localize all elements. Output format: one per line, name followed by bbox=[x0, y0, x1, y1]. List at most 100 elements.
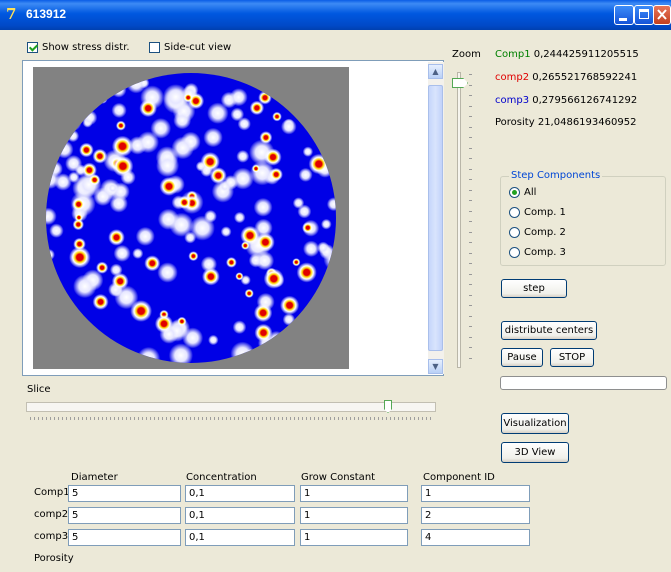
stress-particle bbox=[188, 251, 199, 262]
stress-halo bbox=[302, 146, 314, 157]
stress-particle bbox=[92, 293, 109, 310]
comp2-component-id-field[interactable]: 2 bbox=[421, 507, 530, 524]
radio-comp3-label: Comp. 3 bbox=[524, 247, 566, 258]
stress-halo bbox=[292, 197, 305, 209]
step-button[interactable]: step bbox=[501, 279, 567, 298]
stress-halo bbox=[230, 341, 255, 363]
zoom-thumb[interactable] bbox=[452, 78, 468, 88]
row-label-comp1: Comp1 bbox=[34, 487, 70, 498]
radio-comp2-label: Comp. 2 bbox=[524, 227, 566, 238]
stress-halo bbox=[64, 336, 78, 351]
slice-slider[interactable] bbox=[26, 402, 436, 412]
scroll-thumb[interactable] bbox=[428, 85, 443, 351]
comp2-concentration-field[interactable]: 0,1 bbox=[185, 507, 295, 524]
radio-comp3[interactable]: Comp. 3 bbox=[509, 247, 566, 258]
stress-particle bbox=[97, 93, 108, 104]
stress-particle bbox=[318, 323, 330, 335]
comp1-component-id-field[interactable]: 1 bbox=[421, 485, 530, 502]
comp2-grow-constant-field[interactable]: 1 bbox=[300, 507, 408, 524]
stress-halo bbox=[329, 259, 336, 273]
radio-dot[interactable] bbox=[509, 227, 520, 238]
radio-all[interactable]: All bbox=[509, 187, 536, 198]
comp1-grow-constant-field[interactable]: 1 bbox=[300, 485, 408, 502]
stress-halo bbox=[232, 167, 254, 190]
stress-particle bbox=[139, 99, 157, 118]
zoom-tick bbox=[469, 357, 472, 359]
radio-dot[interactable] bbox=[509, 187, 520, 198]
stress-halo bbox=[325, 310, 336, 332]
maximize-button[interactable] bbox=[634, 5, 654, 25]
stress-particle bbox=[115, 120, 126, 131]
stress-halo bbox=[189, 215, 215, 241]
scroll-up-button[interactable]: ▲ bbox=[428, 64, 443, 79]
stress-particle bbox=[253, 303, 273, 323]
side-cut-label: Side-cut view bbox=[164, 42, 232, 53]
stress-particle bbox=[296, 262, 317, 283]
stress-particle bbox=[324, 148, 333, 158]
comp3-grow-constant-field[interactable]: 1 bbox=[300, 529, 408, 546]
show-stress-label: Show stress distr. bbox=[42, 42, 130, 53]
comp1-concentration-field[interactable]: 0,1 bbox=[185, 485, 295, 502]
zoom-tick bbox=[469, 95, 472, 96]
zoom-tick bbox=[469, 273, 472, 275]
stress-halo bbox=[62, 73, 82, 91]
stress-halo bbox=[156, 154, 180, 178]
stop-button[interactable]: STOP bbox=[550, 348, 594, 367]
app-icon: 7 bbox=[6, 5, 17, 23]
side-cut-checkbox[interactable]: Side-cut view bbox=[149, 42, 231, 53]
close-button[interactable] bbox=[653, 5, 671, 25]
radio-comp2[interactable]: Comp. 2 bbox=[509, 227, 566, 238]
stress-particle bbox=[312, 73, 326, 86]
pause-button[interactable]: Pause bbox=[501, 348, 543, 367]
stress-particle bbox=[200, 152, 220, 172]
stress-particle bbox=[74, 213, 84, 222]
stress-particle bbox=[292, 258, 301, 267]
zoom-slider[interactable] bbox=[452, 70, 472, 370]
minimize-button[interactable] bbox=[614, 5, 634, 25]
comp3-concentration-field[interactable]: 0,1 bbox=[185, 529, 295, 546]
stress-particle bbox=[251, 164, 261, 173]
stress-halo bbox=[82, 110, 98, 126]
zoom-tick bbox=[469, 189, 472, 191]
window-title: 613912 bbox=[26, 7, 67, 21]
checkbox-box[interactable] bbox=[27, 42, 38, 53]
3d-view-button[interactable]: 3D View bbox=[501, 442, 569, 463]
porosity-readout: Porosity 21,0486193460952 bbox=[495, 117, 636, 128]
stress-halo bbox=[55, 140, 74, 159]
stress-halo bbox=[236, 150, 250, 163]
show-stress-checkbox[interactable]: Show stress distr. bbox=[27, 42, 130, 53]
slice-ticks bbox=[30, 417, 434, 420]
stress-halo bbox=[168, 343, 193, 363]
slice-label: Slice bbox=[27, 384, 51, 395]
visualization-button[interactable]: Visualization bbox=[501, 413, 569, 434]
distribute-centers-button[interactable]: distribute centers bbox=[501, 321, 597, 340]
radio-comp1[interactable]: Comp. 1 bbox=[509, 207, 566, 218]
stress-particle bbox=[108, 229, 125, 246]
radio-dot[interactable] bbox=[509, 207, 520, 218]
stress-particle bbox=[328, 78, 336, 88]
zoom-tick bbox=[469, 84, 472, 86]
comp3-readout-value: 0,279566126741292 bbox=[532, 95, 638, 106]
radio-dot[interactable] bbox=[509, 247, 520, 258]
stress-particle bbox=[130, 300, 152, 322]
comp1-diameter-field[interactable]: 5 bbox=[68, 485, 181, 502]
stress-viewer[interactable]: ▲ ▼ bbox=[22, 60, 444, 376]
stress-particle bbox=[269, 167, 283, 182]
porosity-readout-value: 21,0486193460952 bbox=[537, 117, 637, 128]
stress-particle bbox=[79, 142, 94, 158]
zoom-tick bbox=[469, 116, 472, 117]
comp3-component-id-field[interactable]: 4 bbox=[421, 529, 530, 546]
zoom-tick bbox=[469, 126, 472, 128]
stress-particle bbox=[159, 176, 179, 196]
stress-particle bbox=[304, 100, 316, 112]
title-bar[interactable]: 7 613912 bbox=[0, 0, 671, 30]
stress-particle bbox=[71, 197, 86, 211]
comp3-diameter-field[interactable]: 5 bbox=[68, 529, 181, 546]
stress-particle bbox=[313, 292, 334, 314]
viewer-scrollbar[interactable]: ▲ ▼ bbox=[428, 62, 444, 374]
header-component-id: Component ID bbox=[423, 472, 495, 483]
scroll-down-button[interactable]: ▼ bbox=[428, 359, 443, 374]
checkbox-box[interactable] bbox=[149, 42, 160, 53]
porosity-row-label: Porosity bbox=[34, 553, 74, 564]
comp2-diameter-field[interactable]: 5 bbox=[68, 507, 181, 524]
